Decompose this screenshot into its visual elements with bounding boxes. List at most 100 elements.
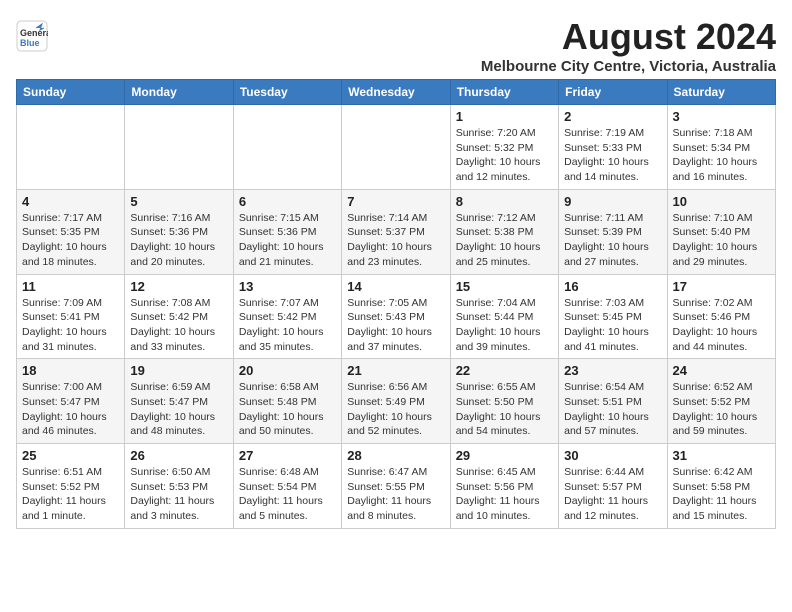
day-info: Sunrise: 6:50 AMSunset: 5:53 PMDaylight:… <box>130 465 227 524</box>
day-info: Sunrise: 7:10 AMSunset: 5:40 PMDaylight:… <box>673 211 770 270</box>
calendar-cell: 1 Sunrise: 7:20 AMSunset: 5:32 PMDaylight… <box>450 105 558 190</box>
calendar-week-4: 18 Sunrise: 7:00 AMSunset: 5:47 PMDayligh… <box>17 359 776 444</box>
calendar-cell: 8 Sunrise: 7:12 AMSunset: 5:38 PMDaylight… <box>450 189 558 274</box>
day-info: Sunrise: 7:08 AMSunset: 5:42 PMDaylight:… <box>130 296 227 355</box>
day-number: 13 <box>239 279 336 294</box>
day-number: 19 <box>130 363 227 378</box>
day-number: 7 <box>347 194 444 209</box>
calendar-table: Sunday Monday Tuesday Wednesday Thursday… <box>16 79 776 529</box>
logo: General Blue <box>16 20 52 57</box>
day-number: 31 <box>673 448 770 463</box>
day-info: Sunrise: 7:14 AMSunset: 5:37 PMDaylight:… <box>347 211 444 270</box>
day-number: 28 <box>347 448 444 463</box>
day-number: 11 <box>22 279 119 294</box>
day-info: Sunrise: 7:19 AMSunset: 5:33 PMDaylight:… <box>564 126 661 185</box>
col-sunday: Sunday <box>17 80 125 105</box>
day-info: Sunrise: 7:09 AMSunset: 5:41 PMDaylight:… <box>22 296 119 355</box>
day-info: Sunrise: 7:07 AMSunset: 5:42 PMDaylight:… <box>239 296 336 355</box>
calendar-cell <box>233 105 341 190</box>
calendar-week-2: 4 Sunrise: 7:17 AMSunset: 5:35 PMDaylight… <box>17 189 776 274</box>
col-monday: Monday <box>125 80 233 105</box>
calendar-cell: 13 Sunrise: 7:07 AMSunset: 5:42 PMDayligh… <box>233 274 341 359</box>
calendar-cell: 16 Sunrise: 7:03 AMSunset: 5:45 PMDayligh… <box>559 274 667 359</box>
calendar-cell: 27Sunrise: 6:48 AMSunset: 5:54 PMDayligh… <box>233 444 341 529</box>
day-info: Sunrise: 7:03 AMSunset: 5:45 PMDaylight:… <box>564 296 661 355</box>
calendar-cell: 9 Sunrise: 7:11 AMSunset: 5:39 PMDaylight… <box>559 189 667 274</box>
calendar-cell: 7 Sunrise: 7:14 AMSunset: 5:37 PMDaylight… <box>342 189 450 274</box>
calendar-cell: 30 Sunrise: 6:44 AMSunset: 5:57 PMDayligh… <box>559 444 667 529</box>
day-number: 14 <box>347 279 444 294</box>
calendar-cell: 5 Sunrise: 7:16 AMSunset: 5:36 PMDaylight… <box>125 189 233 274</box>
day-number: 15 <box>456 279 553 294</box>
calendar-cell <box>342 105 450 190</box>
day-info: Sunrise: 6:59 AMSunset: 5:47 PMDaylight:… <box>130 380 227 439</box>
svg-text:Blue: Blue <box>20 38 40 48</box>
svg-text:General: General <box>20 28 48 38</box>
day-number: 8 <box>456 194 553 209</box>
col-friday: Friday <box>559 80 667 105</box>
day-info: Sunrise: 7:18 AMSunset: 5:34 PMDaylight:… <box>673 126 770 185</box>
day-number: 22 <box>456 363 553 378</box>
day-info: Sunrise: 6:58 AMSunset: 5:48 PMDaylight:… <box>239 380 336 439</box>
calendar-cell: 28 Sunrise: 6:47 AMSunset: 5:55 PMDayligh… <box>342 444 450 529</box>
calendar-cell: 21 Sunrise: 6:56 AMSunset: 5:49 PMDayligh… <box>342 359 450 444</box>
day-number: 17 <box>673 279 770 294</box>
day-number: 2 <box>564 109 661 124</box>
day-info: Sunrise: 6:52 AMSunset: 5:52 PMDaylight:… <box>673 380 770 439</box>
day-number: 10 <box>673 194 770 209</box>
calendar-cell: 31 Sunrise: 6:42 AMSunset: 5:58 PMDayligh… <box>667 444 775 529</box>
col-saturday: Saturday <box>667 80 775 105</box>
day-info: Sunrise: 7:02 AMSunset: 5:46 PMDaylight:… <box>673 296 770 355</box>
day-info: Sunrise: 6:47 AMSunset: 5:55 PMDaylight:… <box>347 465 444 524</box>
day-info: Sunrise: 7:15 AMSunset: 5:36 PMDaylight:… <box>239 211 336 270</box>
day-number: 9 <box>564 194 661 209</box>
day-number: 18 <box>22 363 119 378</box>
calendar-week-1: 1 Sunrise: 7:20 AMSunset: 5:32 PMDaylight… <box>17 105 776 190</box>
title-area: August 2024 Melbourne City Centre, Victo… <box>481 16 776 75</box>
calendar-cell: 29 Sunrise: 6:45 AMSunset: 5:56 PMDayligh… <box>450 444 558 529</box>
day-number: 20 <box>239 363 336 378</box>
calendar-cell: 10 Sunrise: 7:10 AMSunset: 5:40 PMDayligh… <box>667 189 775 274</box>
day-info: Sunrise: 7:17 AMSunset: 5:35 PMDaylight:… <box>22 211 119 270</box>
header-row: Sunday Monday Tuesday Wednesday Thursday… <box>17 80 776 105</box>
col-wednesday: Wednesday <box>342 80 450 105</box>
calendar-cell: 17 Sunrise: 7:02 AMSunset: 5:46 PMDayligh… <box>667 274 775 359</box>
day-number: 5 <box>130 194 227 209</box>
day-info: Sunrise: 6:44 AMSunset: 5:57 PMDaylight:… <box>564 465 661 524</box>
calendar-cell: 15 Sunrise: 7:04 AMSunset: 5:44 PMDayligh… <box>450 274 558 359</box>
day-info: Sunrise: 6:56 AMSunset: 5:49 PMDaylight:… <box>347 380 444 439</box>
day-info: Sunrise: 7:11 AMSunset: 5:39 PMDaylight:… <box>564 211 661 270</box>
calendar-cell: 14Sunrise: 7:05 AMSunset: 5:43 PMDayligh… <box>342 274 450 359</box>
calendar-week-5: 25Sunrise: 6:51 AMSunset: 5:52 PMDayligh… <box>17 444 776 529</box>
day-info: Sunrise: 7:12 AMSunset: 5:38 PMDaylight:… <box>456 211 553 270</box>
col-tuesday: Tuesday <box>233 80 341 105</box>
day-number: 26 <box>130 448 227 463</box>
calendar-cell: 4 Sunrise: 7:17 AMSunset: 5:35 PMDaylight… <box>17 189 125 274</box>
day-number: 30 <box>564 448 661 463</box>
day-info: Sunrise: 6:42 AMSunset: 5:58 PMDaylight:… <box>673 465 770 524</box>
day-info: Sunrise: 7:00 AMSunset: 5:47 PMDaylight:… <box>22 380 119 439</box>
header: General Blue August 2024 Melbourne City … <box>16 16 776 75</box>
day-info: Sunrise: 6:45 AMSunset: 5:56 PMDaylight:… <box>456 465 553 524</box>
day-number: 4 <box>22 194 119 209</box>
calendar-cell: 20 Sunrise: 6:58 AMSunset: 5:48 PMDayligh… <box>233 359 341 444</box>
month-title: August 2024 <box>481 16 776 58</box>
day-number: 29 <box>456 448 553 463</box>
day-number: 1 <box>456 109 553 124</box>
day-info: Sunrise: 7:20 AMSunset: 5:32 PMDaylight:… <box>456 126 553 185</box>
day-number: 21 <box>347 363 444 378</box>
day-info: Sunrise: 7:16 AMSunset: 5:36 PMDaylight:… <box>130 211 227 270</box>
logo-icon: General Blue <box>16 20 48 52</box>
day-info: Sunrise: 6:55 AMSunset: 5:50 PMDaylight:… <box>456 380 553 439</box>
day-number: 16 <box>564 279 661 294</box>
calendar-cell: 11 Sunrise: 7:09 AMSunset: 5:41 PMDayligh… <box>17 274 125 359</box>
calendar-cell: 12 Sunrise: 7:08 AMSunset: 5:42 PMDayligh… <box>125 274 233 359</box>
calendar-cell: 26 Sunrise: 6:50 AMSunset: 5:53 PMDayligh… <box>125 444 233 529</box>
day-info: Sunrise: 7:04 AMSunset: 5:44 PMDaylight:… <box>456 296 553 355</box>
day-number: 23 <box>564 363 661 378</box>
day-number: 3 <box>673 109 770 124</box>
calendar-cell <box>17 105 125 190</box>
day-number: 12 <box>130 279 227 294</box>
calendar-week-3: 11 Sunrise: 7:09 AMSunset: 5:41 PMDayligh… <box>17 274 776 359</box>
calendar-cell <box>125 105 233 190</box>
